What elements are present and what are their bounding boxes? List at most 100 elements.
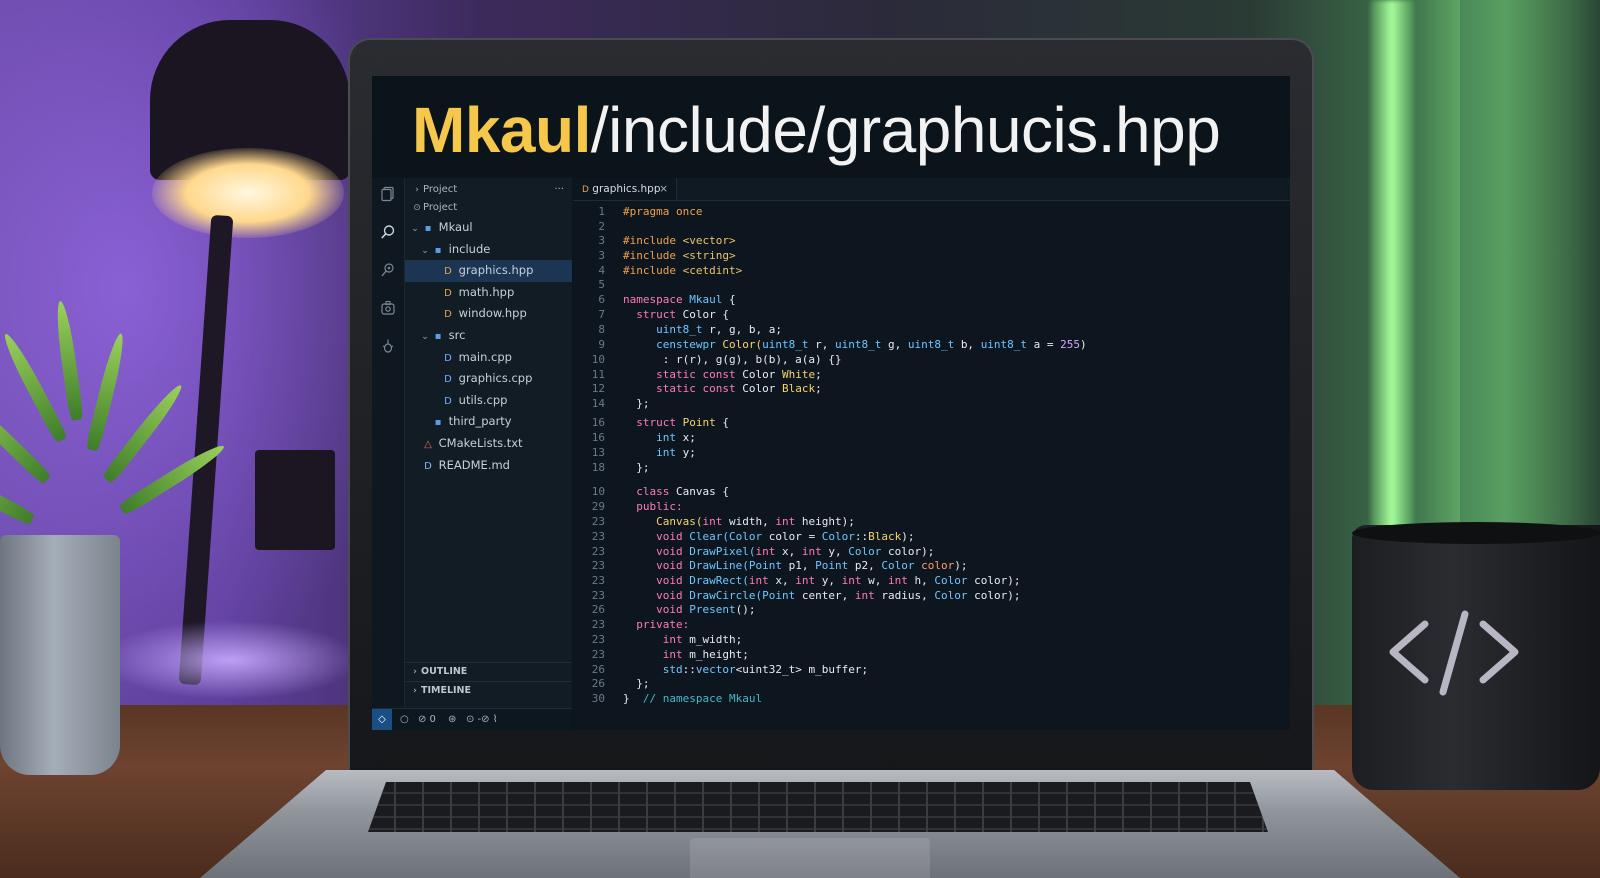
tree-item-graphics-cpp[interactable]: D graphics.cpp — [405, 368, 572, 390]
code-token: r, — [815, 338, 835, 351]
tree-item-mkaul[interactable]: ⌄ ▪ Mkaul — [405, 217, 572, 239]
explorer-header[interactable]: › Project ··· — [405, 181, 572, 199]
code-token: namespace — [623, 293, 690, 306]
code-token: p1, — [788, 559, 816, 572]
file-icon: D — [444, 287, 452, 299]
code-token: : r(r), g(g), b(b), a(a) {} — [623, 353, 842, 366]
tree-item-readme-md[interactable]: D README.md — [405, 455, 572, 477]
code-token: struct — [636, 416, 683, 429]
code-token: uint8_t — [834, 338, 888, 351]
code-token: ) — [1080, 338, 1087, 351]
code-token: <vector> — [682, 234, 736, 247]
workspace-row[interactable]: ⊙ Project — [405, 199, 572, 217]
code-line: 23 void Clear(Color color = Color::Black… — [573, 529, 915, 544]
tree-item-window-hpp[interactable]: D window.hpp — [405, 303, 572, 325]
code-token: y, — [828, 545, 849, 558]
code-token: ; — [815, 368, 822, 381]
code-token: void — [656, 603, 690, 616]
code-line: 23 void DrawPixel(int x, int y, Color co… — [573, 544, 935, 559]
tree-item-src[interactable]: ⌄ ▪ src — [405, 325, 572, 347]
remote-indicator[interactable]: ◇ — [372, 709, 392, 730]
workspace-label: Project — [423, 202, 458, 213]
more-actions-icon[interactable]: ··· — [554, 181, 564, 199]
chevron-right-icon: › — [413, 686, 417, 696]
code-token: #include — [623, 249, 683, 262]
tree-item-label: utils.cpp — [455, 392, 508, 407]
tree-item-math-hpp[interactable]: D math.hpp — [405, 282, 572, 304]
close-icon[interactable]: × — [659, 178, 668, 200]
status-item[interactable]: ○ — [400, 709, 409, 730]
explorer-panel: › Project ··· ⊙ Project ⌄ ▪ Mkaul ⌄ ▪ include… — [405, 178, 572, 708]
explorer-header-label: Project — [423, 184, 458, 195]
tree-item-third-party[interactable]: ▪ third_party — [405, 411, 572, 433]
folder-icon: ▪ — [434, 417, 442, 429]
tree-item-utils-cpp[interactable]: D utils.cpp — [405, 390, 572, 412]
code-token: <cetdint> — [682, 264, 743, 277]
trackpad — [690, 838, 930, 878]
tree-item-cmakelists-txt[interactable]: △ CMakeLists.txt — [405, 433, 572, 455]
code-token: }; — [623, 677, 650, 690]
code-line: 13 int y; — [573, 445, 696, 460]
code-token: Present — [689, 603, 736, 616]
tree-item-graphics-hpp[interactable]: D graphics.hpp — [405, 260, 572, 282]
code-token: void — [656, 574, 690, 587]
code-token: private: — [636, 618, 690, 631]
line-number: 23 — [591, 574, 605, 587]
code-line: 12 static const Color Black; — [573, 381, 822, 396]
code-token: w, — [868, 574, 888, 587]
code-token: White — [781, 368, 816, 381]
status-item[interactable]: ⊘ 0 — [418, 709, 436, 730]
line-number: 9 — [598, 338, 605, 351]
code-token: ; — [815, 382, 822, 395]
code-token: ); — [901, 530, 915, 543]
files-icon[interactable] — [372, 178, 404, 216]
code-token: int — [775, 515, 802, 528]
code-token: uint8_t — [980, 338, 1034, 351]
code-line: 26 std::vector<uint32_t> m_buffer; — [573, 662, 868, 677]
code-token: y, — [821, 574, 842, 587]
line-number: 26 — [591, 677, 605, 690]
code-token: color); — [974, 589, 1021, 602]
outline-section[interactable]: › OUTLINE — [405, 662, 572, 680]
status-item[interactable]: ⊛ — [448, 709, 456, 730]
source-control-icon[interactable] — [372, 254, 404, 292]
code-token: censtewpr — [656, 338, 723, 351]
search-icon[interactable] — [372, 216, 404, 254]
code-line: 23 void DrawCircle(Point center, int rad… — [573, 588, 1021, 603]
code-line: 26 void Present(); — [573, 602, 756, 617]
code-line: 29 public: — [573, 499, 683, 514]
line-number: 26 — [591, 603, 605, 616]
code-token: uint8_t — [907, 338, 961, 351]
code-token: m_height; — [689, 648, 749, 661]
file-tree: ⌄ ▪ Mkaul ⌄ ▪ include D graphics.hpp D math.h… — [405, 217, 572, 476]
line-number: 26 — [591, 663, 605, 676]
line-number: 23 — [591, 515, 605, 528]
code-line: 14 }; — [573, 396, 650, 411]
extensions-icon[interactable] — [372, 292, 404, 330]
code-line: 23 void DrawLine(Point p1, Point p2, Col… — [573, 558, 968, 573]
tree-item-label: third_party — [445, 414, 512, 429]
code-token: uint8_t — [762, 338, 816, 351]
code-token: h, — [914, 574, 935, 587]
line-number: 4 — [598, 264, 605, 277]
timeline-section[interactable]: › TIMELINE — [405, 681, 572, 699]
tree-item-main-cpp[interactable]: D main.cpp — [405, 347, 572, 369]
tree-item-label: src — [445, 327, 466, 342]
code-token: void — [656, 545, 690, 558]
code-token: center, — [801, 589, 855, 602]
status-item[interactable]: ⊙ -⊘ ⌇ — [466, 709, 498, 730]
background-speaker — [255, 450, 335, 550]
code-token: DrawCircle( — [689, 589, 763, 602]
line-number: 10 — [591, 485, 605, 498]
debug-icon[interactable] — [372, 330, 404, 368]
tree-item-label: math.hpp — [455, 284, 515, 299]
line-number: 10 — [591, 353, 605, 366]
tab-graphics-hpp[interactable]: D graphics.hpp × — [573, 178, 677, 200]
tree-item-include[interactable]: ⌄ ▪ include — [405, 239, 572, 261]
